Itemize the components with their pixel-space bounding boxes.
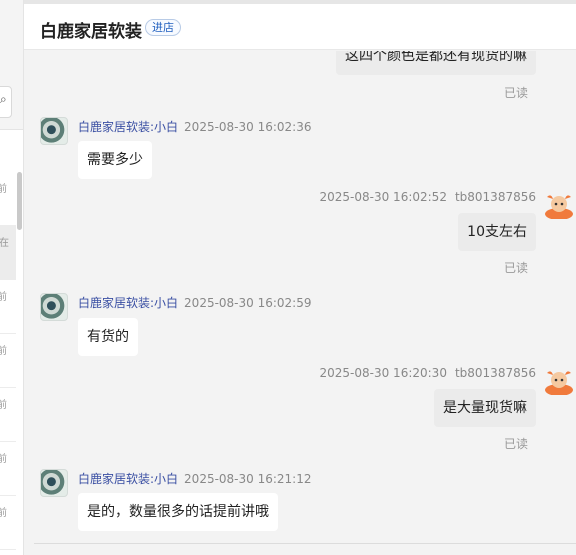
message-bubble-outgoing[interactable]: 10支左右 xyxy=(458,213,536,251)
conversation-item[interactable]: 前 xyxy=(0,280,16,334)
message-time: 2025-08-30 16:21:12 xyxy=(184,472,312,486)
conversation-time: 前 xyxy=(0,450,7,465)
sender-name: 白鹿家居软装:小白 xyxy=(78,120,179,134)
user-avatar-icon[interactable] xyxy=(544,191,574,219)
conversation-item[interactable]: 前 xyxy=(0,334,16,388)
conversation-item[interactable]: 前 xyxy=(0,388,16,442)
message-list[interactable]: 这四个颜色是都还有现货的嘛 已读 白鹿家居软装:小白 2025-08-30 16:… xyxy=(24,51,576,555)
conversation-item[interactable]: 前 xyxy=(0,442,16,496)
message-time: 2025-08-30 16:02:36 xyxy=(184,120,312,134)
enter-shop-button[interactable]: 进店 xyxy=(145,19,181,36)
conversation-item[interactable]: 前 xyxy=(0,172,16,226)
message-meta: 白鹿家居软装:小白 2025-08-30 16:02:36 xyxy=(78,118,312,135)
message-time: 2025-08-30 16:02:52 xyxy=(319,190,447,204)
conversation-time: 前 xyxy=(0,396,7,411)
sender-name: 白鹿家居软装:小白 xyxy=(78,296,179,310)
message-meta: 白鹿家居软装:小白 2025-08-30 16:21:12 xyxy=(78,470,312,487)
search-icon[interactable]: ⌕ xyxy=(0,92,7,107)
conversation-list-scrollbar[interactable] xyxy=(17,172,22,230)
message-time: 2025-08-30 16:20:30 xyxy=(319,366,447,380)
conversation-time: 前 xyxy=(0,180,7,195)
message-meta: 2025-08-30 16:20:30 tb801387856 xyxy=(320,366,537,380)
shop-avatar[interactable] xyxy=(40,117,68,145)
read-status: 已读 xyxy=(503,437,528,451)
shop-avatar[interactable] xyxy=(40,469,68,497)
input-divider xyxy=(34,543,576,544)
read-status: 已读 xyxy=(503,86,528,100)
conversation-time: 前 xyxy=(0,288,7,303)
sender-name: tb801387856 xyxy=(454,366,536,380)
read-status: 已读 xyxy=(503,261,528,275)
conversation-item-active[interactable]: 在 xyxy=(0,226,16,280)
message-bubble-incoming[interactable]: 有货的 xyxy=(78,318,138,356)
message-meta: 白鹿家居软装:小白 2025-08-30 16:02:59 xyxy=(78,294,312,311)
conversation-time: 在 xyxy=(0,238,9,249)
message-bubble-outgoing[interactable]: 是大量现货嘛 xyxy=(434,389,536,427)
message-meta: 2025-08-30 16:02:52 tb801387856 xyxy=(320,190,537,204)
conversation-time: 前 xyxy=(0,504,7,519)
chat-header: 白鹿家居软装 进店 xyxy=(24,4,576,50)
message-bubble-outgoing[interactable]: 这四个颜色是都还有现货的嘛 xyxy=(336,51,536,75)
message-bubble-incoming[interactable]: 是的，数量很多的话提前讲哦 xyxy=(78,493,278,531)
message-bubble-incoming[interactable]: 需要多少 xyxy=(78,141,152,179)
user-avatar-icon[interactable] xyxy=(544,367,574,395)
shop-avatar[interactable] xyxy=(40,293,68,321)
sender-name: 白鹿家居软装:小白 xyxy=(78,472,179,486)
shop-name[interactable]: 白鹿家居软装 xyxy=(40,17,142,42)
conversation-list-panel: ⌕ 前 在 前 前 前 前 前 xyxy=(0,0,24,555)
message-time: 2025-08-30 16:02:59 xyxy=(184,296,312,310)
conversation-item[interactable]: 前 xyxy=(0,496,16,550)
sender-name: tb801387856 xyxy=(454,190,536,204)
conversation-time: 前 xyxy=(0,342,7,357)
